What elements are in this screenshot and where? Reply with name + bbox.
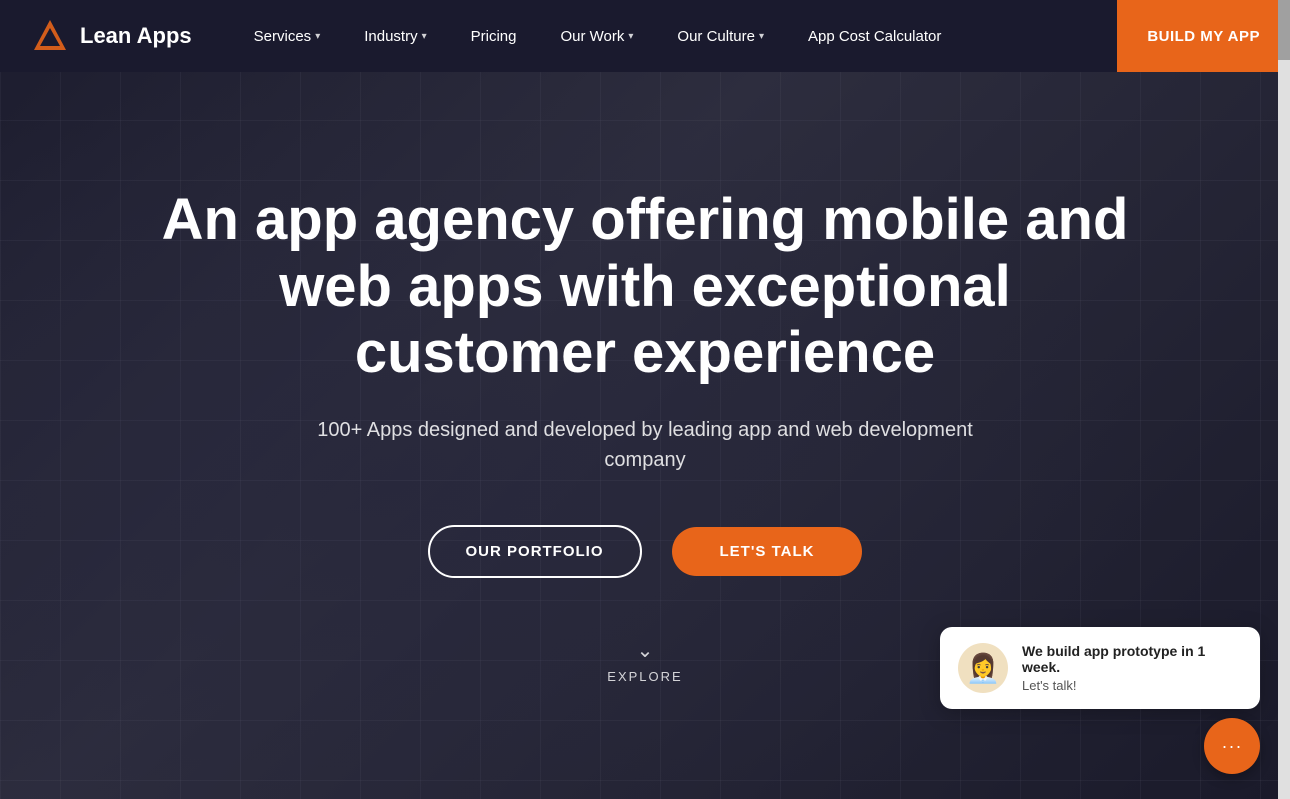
chat-popup[interactable]: 👩‍💼 We build app prototype in 1 week. Le… xyxy=(940,627,1260,709)
chevron-down-icon: ▾ xyxy=(628,31,633,42)
chevron-down-icon: ▾ xyxy=(422,31,427,42)
nav-item-app-cost-calculator[interactable]: App Cost Calculator xyxy=(786,0,963,72)
lets-talk-button[interactable]: LET'S TALK xyxy=(672,527,863,576)
chat-text: We build app prototype in 1 week. Let's … xyxy=(1022,643,1242,693)
hero-buttons: OUR PORTFOLIO LET'S TALK xyxy=(428,525,863,578)
chevron-down-icon: ▾ xyxy=(759,31,764,42)
chat-subtext: Let's talk! xyxy=(1022,678,1242,693)
nav-links: Services ▾ Industry ▾ Pricing Our Work ▾… xyxy=(232,0,1118,72)
build-my-app-button[interactable]: BUILD MY APP xyxy=(1117,0,1290,72)
nav-item-pricing[interactable]: Pricing xyxy=(449,0,539,72)
chevron-down-icon: ⌄ xyxy=(637,638,654,663)
scrollbar[interactable] xyxy=(1278,0,1290,799)
chat-headline: We build app prototype in 1 week. xyxy=(1022,643,1242,675)
our-portfolio-button[interactable]: OUR PORTFOLIO xyxy=(428,525,642,578)
chat-button[interactable]: ··· xyxy=(1204,718,1260,774)
explore-section[interactable]: ⌄ EXPLORE xyxy=(607,638,682,684)
nav-item-our-culture[interactable]: Our Culture ▾ xyxy=(655,0,786,72)
avatar-emoji: 👩‍💼 xyxy=(966,652,1001,685)
nav-item-services[interactable]: Services ▾ xyxy=(232,0,343,72)
nav-item-industry[interactable]: Industry ▾ xyxy=(342,0,448,72)
logo-icon xyxy=(30,16,70,56)
logo-link[interactable]: Lean Apps xyxy=(30,16,192,56)
chat-icon: ··· xyxy=(1222,736,1243,757)
logo-text: Lean Apps xyxy=(80,23,192,49)
nav-item-our-work[interactable]: Our Work ▾ xyxy=(538,0,655,72)
scrollbar-thumb[interactable] xyxy=(1278,0,1290,60)
explore-label: EXPLORE xyxy=(607,669,682,684)
chevron-down-icon: ▾ xyxy=(315,31,320,42)
chat-avatar: 👩‍💼 xyxy=(958,643,1008,693)
hero-subtitle: 100+ Apps designed and developed by lead… xyxy=(295,415,995,475)
hero-title: An app agency offering mobile and web ap… xyxy=(145,187,1145,387)
navbar: Lean Apps Services ▾ Industry ▾ Pricing … xyxy=(0,0,1290,72)
hero-content: An app agency offering mobile and web ap… xyxy=(145,187,1145,684)
